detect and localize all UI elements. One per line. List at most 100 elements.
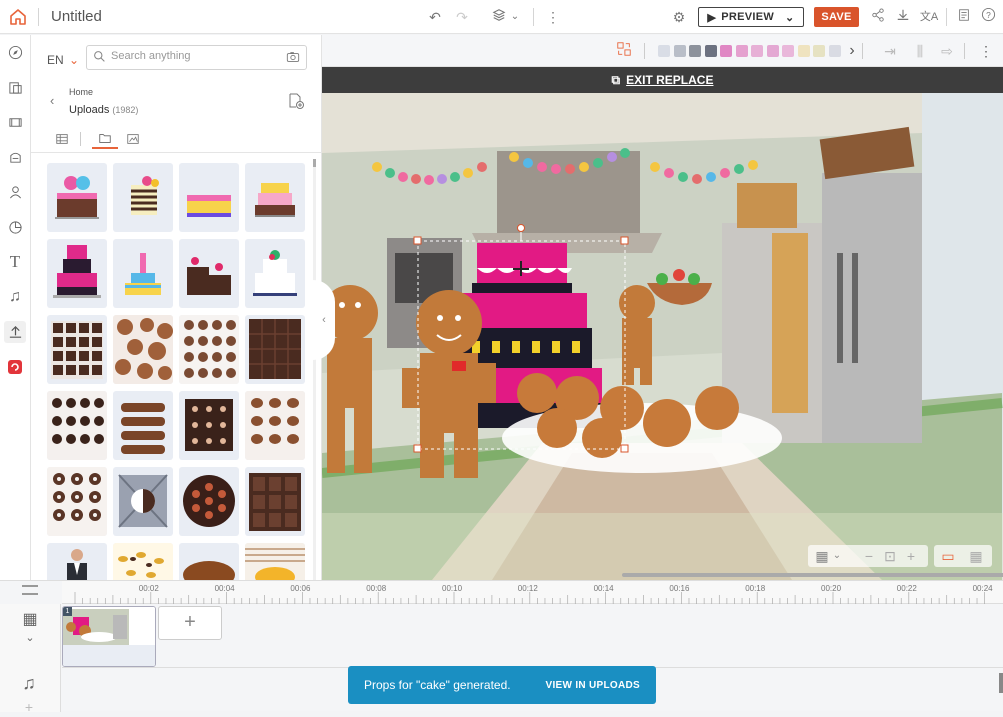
color-swatch[interactable]	[735, 45, 748, 57]
compass-icon[interactable]	[4, 41, 26, 63]
layers-icon[interactable]	[489, 7, 509, 27]
chevron-right-icon[interactable]: ›	[844, 41, 860, 61]
color-swatch[interactable]	[720, 45, 732, 57]
text-icon[interactable]: T	[4, 251, 26, 273]
color-swatch[interactable]	[797, 45, 810, 57]
panel-scrollbar[interactable]	[313, 159, 316, 580]
asset-thumb-chocolate[interactable]	[179, 467, 239, 536]
characters-icon[interactable]	[4, 181, 26, 203]
chevron-down-icon[interactable]: ⌄	[830, 546, 844, 566]
scene-thumbnail[interactable]: 1	[62, 606, 156, 667]
asset-thumb-cake[interactable]	[113, 239, 173, 308]
timeline-ruler[interactable]: 00:02 00:04 00:06 00:08 00:10 00:12 00:14 00:16…	[62, 581, 1003, 604]
flip-icon[interactable]: ⫼	[910, 41, 930, 61]
asset-thumb-chocolate[interactable]	[47, 315, 107, 384]
layout-grid-icon[interactable]: ▦	[968, 546, 984, 566]
color-swatch[interactable]	[782, 45, 794, 57]
asset-thumb-cake[interactable]	[179, 239, 239, 308]
asset-thumb-chocolate[interactable]	[113, 467, 173, 536]
frame-view-icon[interactable]: ▭	[940, 546, 956, 566]
divider	[964, 43, 965, 59]
asset-thumb-cake[interactable]	[245, 163, 305, 232]
undo-icon[interactable]: ↶	[425, 7, 445, 27]
back-chevron-icon[interactable]: ‹	[50, 93, 54, 108]
tab-image-icon[interactable]	[122, 129, 144, 149]
asset-thumb-cake[interactable]	[245, 239, 305, 308]
asset-thumb-cake[interactable]	[113, 163, 173, 232]
asset-thumb-pattern[interactable]	[113, 543, 173, 580]
color-swatch[interactable]	[673, 45, 686, 57]
props-icon[interactable]	[4, 146, 26, 168]
new-folder-icon[interactable]	[287, 92, 305, 115]
asset-thumb-bread[interactable]	[179, 543, 239, 580]
asset-thumb-cake[interactable]	[179, 163, 239, 232]
settings-gear-icon[interactable]: ⚙	[669, 7, 689, 27]
share-icon[interactable]	[868, 7, 888, 27]
save-button[interactable]: SAVE	[814, 7, 859, 27]
chevron-down-icon[interactable]: ⌄	[508, 7, 522, 27]
charts-icon[interactable]	[4, 216, 26, 238]
asset-thumb-chocolate[interactable]	[47, 391, 107, 460]
scenes-icon[interactable]	[4, 111, 26, 133]
add-scene-button[interactable]: +	[158, 606, 222, 640]
color-swatch[interactable]	[689, 45, 701, 57]
color-swatch[interactable]	[704, 45, 717, 57]
preview-button[interactable]: ▶ PREVIEW ⌄	[698, 7, 804, 27]
more-vertical-icon[interactable]: ⋮	[978, 41, 994, 61]
home-icon[interactable]	[8, 7, 28, 27]
asset-thumb-chocolate[interactable]	[179, 391, 239, 460]
color-swatch[interactable]	[658, 45, 670, 57]
scene-canvas[interactable]	[322, 93, 1003, 580]
timeline-collapse-handle[interactable]	[22, 585, 38, 595]
color-swatch[interactable]	[813, 45, 825, 57]
zoom-in-icon[interactable]: +	[904, 546, 918, 566]
language-selector[interactable]: EN ⌄	[47, 53, 79, 67]
chevron-down-icon[interactable]: ⌄	[20, 628, 40, 648]
asset-thumb-chocolate[interactable]	[47, 467, 107, 536]
more-vertical-icon[interactable]: ⋮	[544, 7, 562, 27]
align-right-icon[interactable]: ⇥	[880, 41, 900, 61]
move-icon[interactable]: ⇨	[937, 41, 957, 61]
music-track-icon[interactable]: ♫	[18, 673, 40, 693]
asset-thumb-chocolate[interactable]	[179, 315, 239, 384]
translate-icon[interactable]: 文A	[918, 7, 940, 27]
view-in-uploads-button[interactable]: VIEW IN UPLOADS	[545, 680, 640, 691]
asset-thumb-chocolate[interactable]	[113, 391, 173, 460]
exit-replace-bar[interactable]: ⧉ EXIT REPLACE	[322, 67, 1003, 93]
scenes-track-icon[interactable]: ▦	[20, 610, 40, 630]
timeline-scrollbar[interactable]	[999, 673, 1003, 693]
asset-thumb-chocolate[interactable]	[245, 467, 305, 536]
upload-icon[interactable]	[4, 321, 26, 343]
breadcrumb-home[interactable]: Home	[69, 87, 93, 97]
tab-folder-icon[interactable]	[92, 129, 118, 149]
notes-icon[interactable]	[954, 7, 974, 27]
replace-icon[interactable]	[614, 41, 634, 62]
redo-icon[interactable]: ↷	[452, 7, 472, 27]
fit-screen-icon[interactable]: ⊡	[882, 546, 898, 566]
search-input[interactable]	[111, 50, 281, 62]
brand-app-icon[interactable]	[4, 356, 26, 378]
project-title[interactable]: Untitled	[51, 8, 102, 25]
music-icon[interactable]: ♫	[4, 286, 26, 308]
templates-icon[interactable]	[4, 76, 26, 98]
grid-icon[interactable]: ▦	[814, 546, 830, 566]
asset-thumb-cake[interactable]	[47, 163, 107, 232]
canvas-horizontal-scrollbar[interactable]	[322, 573, 1003, 577]
asset-thumb-person[interactable]	[47, 543, 107, 580]
collapse-panel-button[interactable]: ‹	[313, 280, 335, 360]
current-folder: Uploads (1982)	[69, 104, 138, 116]
camera-icon[interactable]	[286, 50, 300, 69]
zoom-out-icon[interactable]: −	[862, 546, 876, 566]
help-icon[interactable]: ?	[978, 7, 998, 27]
asset-thumb-chocolate[interactable]	[245, 315, 305, 384]
tab-scenes-icon[interactable]	[51, 129, 73, 149]
color-swatch[interactable]	[828, 45, 841, 57]
asset-thumb-chocolate[interactable]	[113, 315, 173, 384]
asset-thumb-cake[interactable]	[47, 239, 107, 308]
asset-thumb-chocolate[interactable]	[245, 391, 305, 460]
color-swatch[interactable]	[766, 45, 779, 57]
asset-thumb-dessert[interactable]	[245, 543, 305, 580]
add-track-icon[interactable]: +	[18, 697, 40, 717]
download-icon[interactable]	[893, 7, 913, 27]
color-swatch[interactable]	[751, 45, 763, 57]
